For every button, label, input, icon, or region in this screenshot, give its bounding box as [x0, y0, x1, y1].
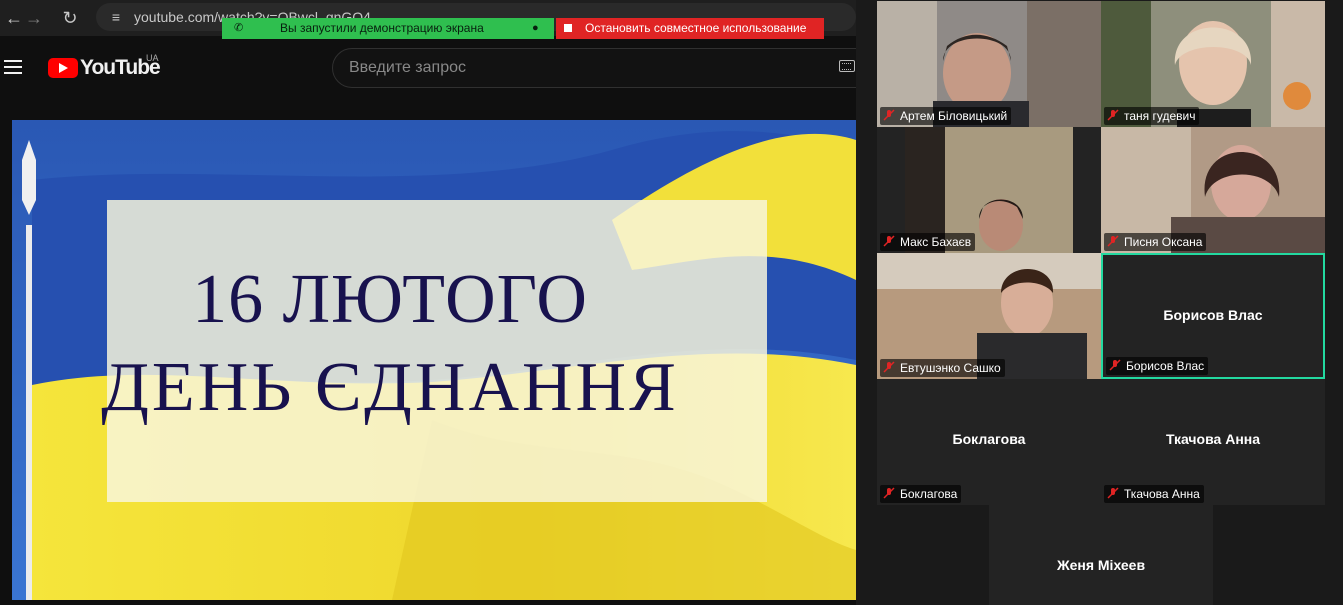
mic-muted-icon	[1109, 359, 1121, 371]
shield-icon: ●	[532, 22, 539, 34]
video-player[interactable]: 16 ЛЮТОГО ДЕНЬ ЄДНАННЯ	[12, 120, 856, 600]
mic-muted-icon	[1107, 109, 1119, 121]
browser-window: ← → ↻ ≡ youtube.com/watch?v=OBwcl_gnGO4 …	[0, 0, 856, 605]
participant-tile-active-speaker[interactable]: Борисов Влас Борисов Влас	[1101, 253, 1325, 379]
tune-icon[interactable]: ≡	[106, 7, 126, 27]
region-code: UA	[146, 53, 159, 63]
participant-tile[interactable]: таня гудевич	[1101, 1, 1325, 127]
mic-muted-icon	[1107, 235, 1119, 247]
participant-label: Боклагова	[880, 485, 962, 503]
video-title-line-2: ДЕНЬ ЄДНАННЯ	[101, 349, 679, 426]
participant-name: Евтушэнко Сашко	[900, 361, 1001, 375]
participant-name: Артем Біловицький	[900, 109, 1008, 123]
participant-label: Борисов Влас	[1106, 357, 1209, 375]
participant-name: Борисов Влас	[1126, 359, 1205, 373]
video-title-line-1: 16 ЛЮТОГО	[192, 261, 588, 338]
participant-tile[interactable]: Макс Бахаєв	[877, 127, 1101, 253]
mic-muted-icon	[883, 235, 895, 247]
participant-name: Боклагова	[900, 487, 958, 501]
mic-muted-icon	[883, 487, 895, 499]
participant-tile[interactable]: Боклагова Боклагова	[877, 379, 1101, 505]
screen-share-status-text: Вы запустили демонстрацию экрана	[280, 21, 484, 35]
participant-display-name: Борисов Влас	[1163, 307, 1263, 323]
participant-name: таня гудевич	[1124, 109, 1196, 123]
stop-sharing-label: Остановить совместное использование	[585, 21, 807, 35]
participant-display-name: Боклагова	[952, 431, 1026, 447]
participant-label: Ткачова Анна	[1104, 485, 1204, 503]
participant-tile[interactable]: Ткачова Анна Ткачова Анна	[1101, 379, 1325, 505]
participant-label: Писня Оксана	[1104, 233, 1207, 251]
search-input[interactable]	[349, 59, 809, 77]
participants-panel: Артем Біловицький таня гудевич Макс Баха…	[856, 0, 1343, 605]
participant-label: Артем Біловицький	[880, 107, 1012, 125]
participant-name: Писня Оксана	[1124, 235, 1203, 249]
participant-tile[interactable]: Евтушэнко Сашко	[877, 253, 1101, 379]
participant-name: Макс Бахаєв	[900, 235, 972, 249]
stop-icon	[564, 24, 572, 32]
search-box	[332, 48, 856, 88]
participant-display-name: Ткачова Анна	[1165, 431, 1261, 447]
screen-share-status-bar: ✆ Вы запустили демонстрацию экрана ●	[222, 18, 554, 39]
phone-icon: ✆	[234, 22, 244, 34]
stop-sharing-button[interactable]: Остановить совместное использование	[556, 18, 824, 39]
participant-tile[interactable]: Артем Біловицький	[877, 1, 1101, 127]
participant-display-name: Женя Міхеев	[1056, 557, 1146, 573]
mic-muted-icon	[883, 109, 895, 121]
mic-muted-icon	[1107, 487, 1119, 499]
participant-name: Ткачова Анна	[1124, 487, 1200, 501]
participant-label: Евтушэнко Сашко	[880, 359, 1005, 377]
participant-tile[interactable]: Женя Міхеев	[989, 505, 1213, 605]
keyboard-icon[interactable]	[839, 60, 855, 72]
reload-icon[interactable]: ↻	[58, 6, 82, 30]
participant-label: таня гудевич	[1104, 107, 1200, 125]
arrow-right-icon[interactable]: →	[22, 6, 46, 30]
participant-tile[interactable]: Писня Оксана	[1101, 127, 1325, 253]
hamburger-icon[interactable]	[4, 60, 22, 74]
youtube-logo-icon[interactable]	[48, 58, 78, 78]
youtube-header: YouTube UA	[0, 40, 856, 96]
mic-muted-icon	[883, 361, 895, 373]
participant-label: Макс Бахаєв	[880, 233, 976, 251]
